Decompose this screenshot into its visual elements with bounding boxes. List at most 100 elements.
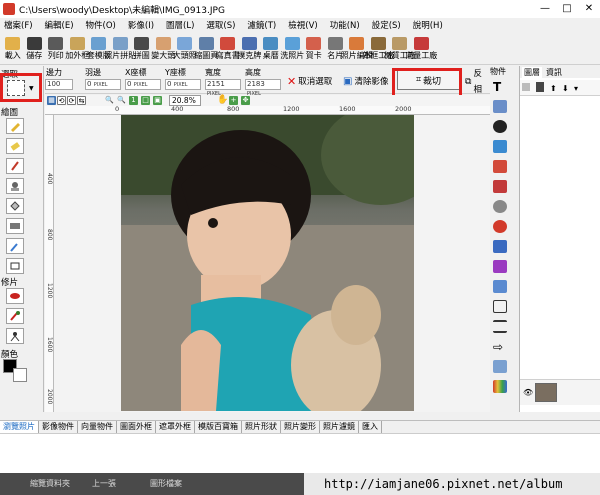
taskbar-item[interactable]: 圖形檔案 <box>150 476 182 492</box>
toolbar-button-print-photo[interactable]: 洗照片 <box>280 35 304 65</box>
palette-icon[interactable] <box>493 380 507 393</box>
tab-photo-warp[interactable]: 照片變形 <box>281 421 320 433</box>
eyedropper-icon[interactable] <box>6 238 24 254</box>
tab-browse-photos[interactable]: 瀏覽照片 <box>0 421 39 433</box>
height-field[interactable]: 2183 PIXEL <box>245 79 281 97</box>
feather-field[interactable]: 0 PIXEL <box>85 79 121 90</box>
zoom-full-icon[interactable]: ▣ <box>153 96 162 105</box>
exif-icon[interactable] <box>493 240 507 253</box>
strength-field[interactable]: 100 <box>45 79 73 90</box>
menu-layer[interactable]: 圖層(L) <box>166 18 194 34</box>
toolbar-button-idphoto[interactable]: 大頭照 <box>173 35 197 65</box>
toolbar-button-frame[interactable]: 加外框 <box>65 35 89 65</box>
tab-import[interactable]: 匯入 <box>359 421 382 433</box>
rotate-right-icon[interactable]: ⟳ <box>67 96 76 105</box>
zoom-out-icon[interactable]: 🔍 <box>117 96 126 105</box>
abc-icon[interactable] <box>493 120 507 133</box>
menu-help[interactable]: 說明(H) <box>413 18 443 34</box>
menu-function[interactable]: 功能(N) <box>330 18 360 34</box>
magnifier-icon[interactable] <box>493 200 507 213</box>
red-eye-icon[interactable] <box>6 288 24 304</box>
toolbar-button-printer[interactable]: 列印 <box>45 35 67 65</box>
zoom-in-icon[interactable]: 🔍 <box>105 96 114 105</box>
mask-object-icon[interactable] <box>493 180 507 193</box>
menu-filter[interactable]: 濾鏡(T) <box>247 18 276 34</box>
toolbar-button-disk[interactable]: 儲存 <box>24 35 46 65</box>
rect-select-tool[interactable] <box>7 80 25 96</box>
toolbar-button-calendar[interactable]: 桌曆 <box>260 35 282 65</box>
crop-button[interactable]: ⌗ 裁切 <box>397 70 460 90</box>
fit-icon[interactable]: ▦ <box>47 96 56 105</box>
taskbar-item[interactable]: 縮覽資料夾 <box>30 476 70 492</box>
deselect-button[interactable]: ✕ 取消選取 <box>287 74 332 90</box>
stamp-object-icon[interactable] <box>493 260 507 273</box>
layer-tab[interactable]: 圖層 <box>522 67 542 78</box>
width-field[interactable]: 2151 PIXEL <box>205 79 241 97</box>
text-style-icon[interactable] <box>493 100 507 113</box>
pencil-icon[interactable] <box>6 118 24 134</box>
tab-templates[interactable]: 模版百寶箱 <box>195 421 242 433</box>
fill-bucket-icon[interactable] <box>6 198 24 214</box>
menu-image[interactable]: 影像(I) <box>128 18 154 34</box>
navigator-icon[interactable]: + <box>229 96 238 105</box>
clone-icon[interactable] <box>6 328 24 344</box>
tab-frames[interactable]: 圖面外框 <box>117 421 156 433</box>
delete-layer-icon[interactable] <box>536 82 544 92</box>
zoom-fit-icon[interactable]: □ <box>141 96 150 105</box>
flip-icon[interactable]: ⇆ <box>77 96 86 105</box>
speech-bubble-icon[interactable] <box>493 300 507 313</box>
menu-view[interactable]: 檢視(V) <box>288 18 317 34</box>
toolbar-button-card[interactable]: 賀卡 <box>303 35 325 65</box>
zoom-actual-icon[interactable]: 1 <box>129 96 138 105</box>
toolbar-button-bighead[interactable]: 變大頭 <box>151 35 175 65</box>
select-dropdown-icon[interactable]: ▼ <box>29 85 34 92</box>
menu-object[interactable]: 物件(O) <box>86 18 116 34</box>
blemish-brush-icon[interactable] <box>6 308 24 324</box>
photo-image[interactable] <box>121 115 414 411</box>
clear-image-button[interactable]: ▣ 清除影像 <box>343 74 388 90</box>
info-tab[interactable]: 資訊 <box>546 67 562 78</box>
move-up-icon[interactable]: ⬆ <box>550 84 557 93</box>
toolbar-button-folder[interactable]: 載入 <box>2 35 24 65</box>
menu-edit[interactable]: 編輯(E) <box>45 18 74 34</box>
image-object-icon[interactable] <box>493 140 507 153</box>
toolbar-button-collage[interactable]: 照片拼貼 <box>104 35 136 65</box>
text-tool-icon[interactable]: T <box>493 80 507 94</box>
invert-button[interactable]: ⧉ 反相 <box>465 69 490 95</box>
brush-icon[interactable] <box>6 158 24 174</box>
toolbar-button-thumbs[interactable]: 縮圖頁 <box>194 35 218 65</box>
x-coord-field[interactable]: 0 PIXEL <box>125 79 161 90</box>
layer-row[interactable]: 👁 <box>520 379 600 405</box>
layer-menu-icon[interactable]: ▾ <box>574 84 578 93</box>
frame-object-icon[interactable] <box>493 160 507 173</box>
maximize-button[interactable]: □ <box>556 0 578 18</box>
clock-icon[interactable] <box>493 220 507 233</box>
tab-vector-objects[interactable]: 向量物件 <box>78 421 117 433</box>
eraser-icon[interactable] <box>6 138 24 154</box>
cursor-object-icon[interactable] <box>493 360 507 373</box>
toolbar-button-book[interactable]: 寫真書 <box>216 35 240 65</box>
tab-photo-shapes[interactable]: 照片形狀 <box>242 421 281 433</box>
menu-select[interactable]: 選取(S) <box>206 18 235 34</box>
image-canvas[interactable] <box>54 115 490 412</box>
background-color-swatch[interactable] <box>13 368 27 382</box>
hand-tool-icon[interactable]: ✋ <box>217 96 228 105</box>
menu-file[interactable]: 檔案(F) <box>4 18 33 34</box>
taskbar-item[interactable]: 上一張 <box>92 476 116 492</box>
y-coord-field[interactable]: 0 PIXEL <box>165 79 201 90</box>
menu-settings[interactable]: 設定(S) <box>372 18 401 34</box>
new-layer-icon[interactable] <box>522 83 530 91</box>
move-icon[interactable]: ✥ <box>241 96 250 105</box>
rotate-left-icon[interactable]: ⟲ <box>57 96 66 105</box>
tab-masks[interactable]: 遮罩外框 <box>156 421 195 433</box>
move-down-icon[interactable]: ⬇ <box>562 84 569 93</box>
grid-icon[interactable] <box>493 280 507 293</box>
lines-icon[interactable] <box>493 320 507 333</box>
toolbar-button-vector[interactable]: 向量工廠 <box>405 35 437 65</box>
tab-image-objects[interactable]: 影像物件 <box>39 421 78 433</box>
toolbar-button-puzzle[interactable]: 拼圖 <box>131 35 153 65</box>
gradient-icon[interactable] <box>6 218 24 234</box>
toolbar-button-cards[interactable]: 撲克牌 <box>237 35 261 65</box>
minimize-button[interactable]: — <box>534 0 556 18</box>
arrow-icon[interactable]: ⇨ <box>493 340 507 354</box>
